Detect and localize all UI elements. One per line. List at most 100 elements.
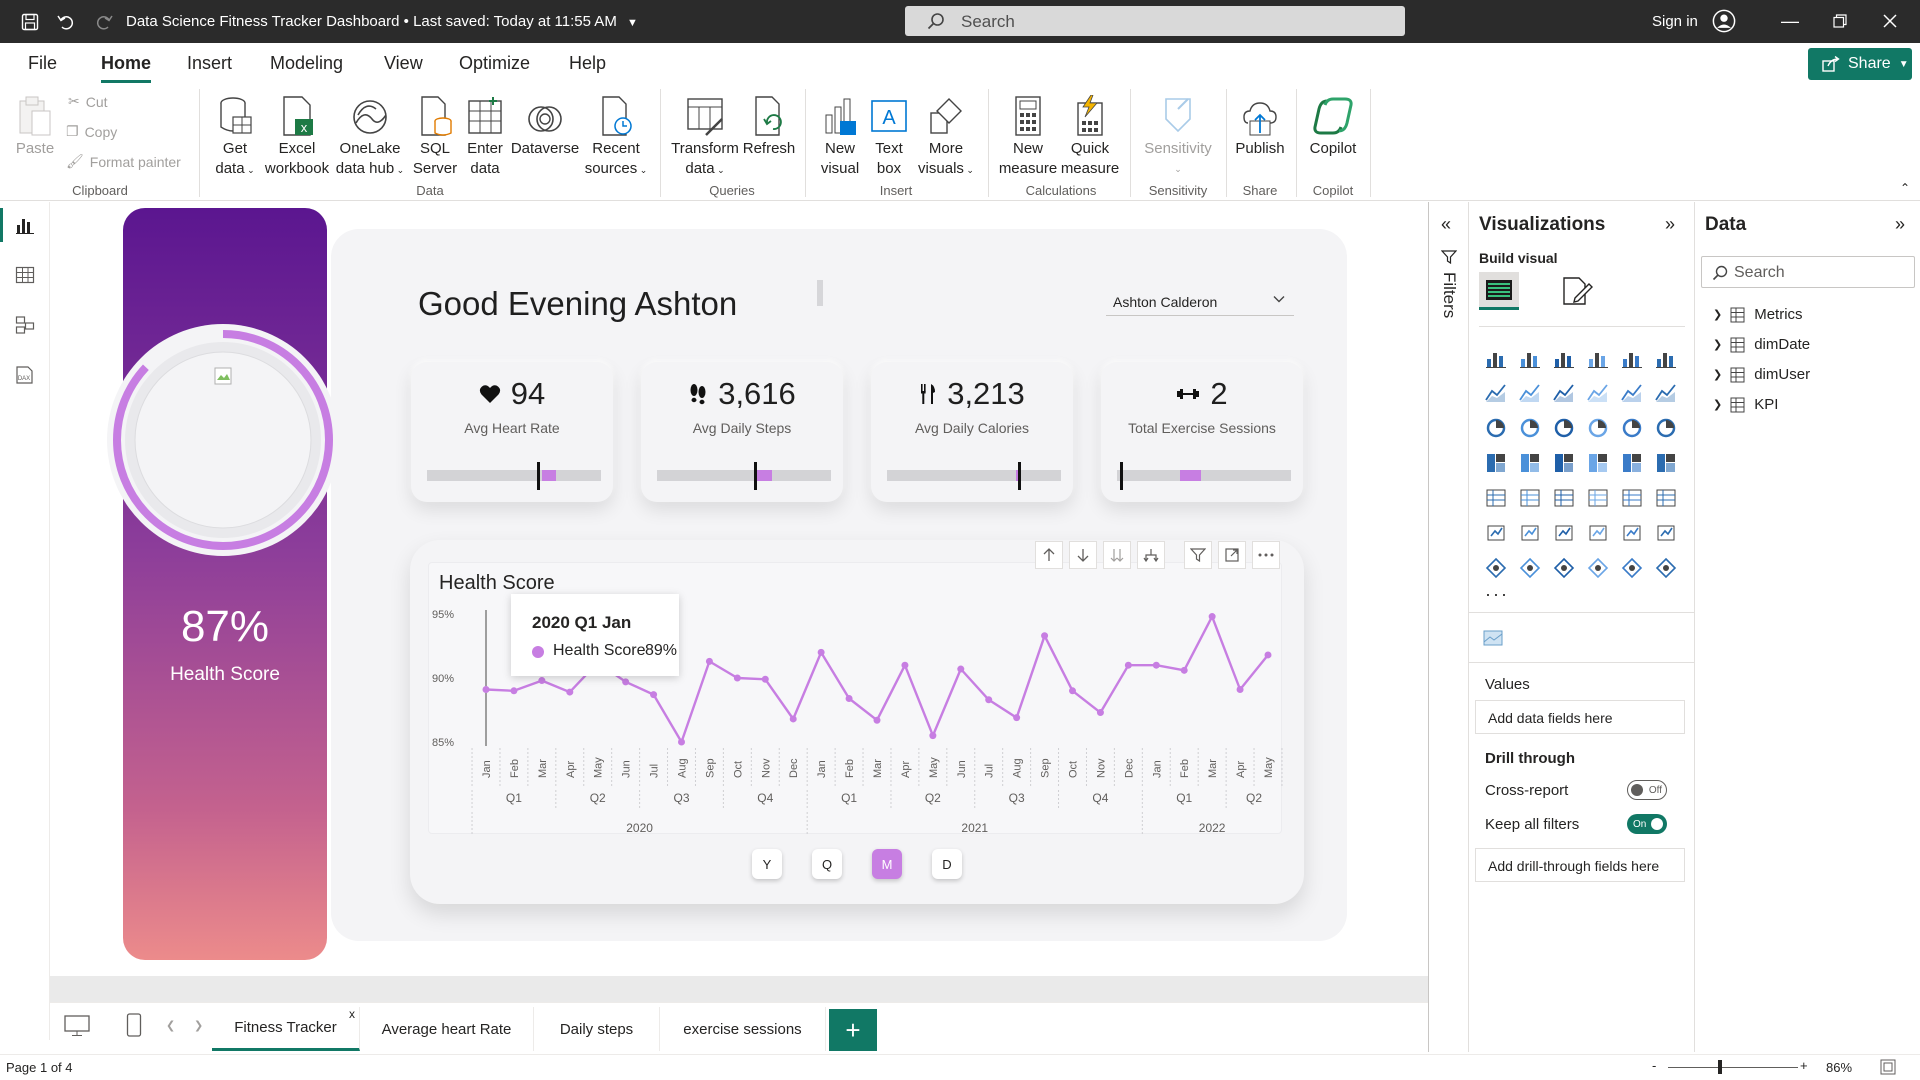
kpi-icon[interactable] (1513, 480, 1547, 515)
transform-data-button[interactable]: Transform data ⌄ (670, 91, 740, 180)
sign-in-link[interactable]: Sign in (1652, 13, 1698, 30)
clustered-column-chart-icon[interactable] (1581, 340, 1615, 375)
sql-server-button[interactable]: SQL Server (412, 91, 458, 179)
expand-pane-icon[interactable]: « (1441, 214, 1451, 235)
close-tab-icon[interactable]: x (349, 1007, 355, 1021)
cross-report-toggle[interactable]: Off (1627, 780, 1667, 800)
stacked-column-chart-icon[interactable] (1513, 340, 1547, 375)
ribbon-chart-icon[interactable] (1479, 410, 1513, 445)
key-influencers-icon[interactable] (1513, 515, 1547, 550)
funnel-chart-icon[interactable] (1547, 410, 1581, 445)
copilot-button[interactable]: Copilot (1304, 91, 1362, 159)
table-dimuser[interactable]: ❯ dimUser (1713, 366, 1810, 383)
line-chart-icon[interactable] (1479, 375, 1513, 410)
fit-to-page-icon[interactable] (1880, 1059, 1896, 1075)
tab-exercise-sessions[interactable]: exercise sessions (660, 1007, 826, 1051)
zoom-slider-thumb[interactable] (1718, 1060, 1722, 1074)
azure-map-icon[interactable] (1581, 445, 1615, 480)
undo-icon[interactable] (54, 10, 78, 34)
gauge-icon[interactable] (1615, 445, 1649, 480)
redo-icon[interactable] (92, 10, 116, 34)
100-stacked-column-chart-icon[interactable] (1649, 340, 1683, 375)
publish-button[interactable]: Publish (1234, 91, 1286, 159)
dax-query-view-icon[interactable]: DAX (12, 362, 38, 388)
scatter-chart-icon[interactable] (1581, 410, 1615, 445)
multi-row-card-icon[interactable] (1479, 480, 1513, 515)
window-title[interactable]: Data Science Fitness Tracker Dashboard •… (126, 13, 638, 30)
add-page-button[interactable]: + (829, 1009, 877, 1051)
slicer-icon[interactable] (1547, 480, 1581, 515)
copy-button[interactable]: ❐ Copy (66, 123, 117, 140)
menu-view[interactable]: View (384, 53, 423, 74)
collapse-pane-icon[interactable]: » (1665, 214, 1675, 235)
drill-up-icon[interactable] (1035, 541, 1063, 569)
report-view-icon[interactable] (12, 212, 38, 238)
map-icon[interactable] (1513, 445, 1547, 480)
dataverse-button[interactable]: Dataverse (510, 91, 580, 159)
recent-sources-button[interactable]: Recent sources ⌄ (584, 91, 648, 180)
100-stacked-bar-chart-icon[interactable] (1615, 340, 1649, 375)
save-icon[interactable] (18, 10, 42, 34)
expand-next-level-icon[interactable] (1103, 541, 1131, 569)
health-score-gauge[interactable] (103, 320, 343, 560)
zoom-out-icon[interactable]: - (1652, 1058, 1656, 1073)
more-visuals-button[interactable]: More visuals ⌄ (914, 91, 978, 180)
power-apps-icon[interactable] (1479, 550, 1513, 585)
drill-down-icon[interactable] (1069, 541, 1097, 569)
cut-button[interactable]: ✂ Cut (68, 93, 108, 110)
menu-home[interactable]: Home (101, 53, 152, 83)
table-metrics[interactable]: ❯ Metrics (1713, 306, 1803, 323)
onelake-data-hub-button[interactable]: OneLake data hub ⌄ (332, 91, 408, 180)
model-view-icon[interactable] (12, 312, 38, 338)
python-visual-icon[interactable] (1479, 515, 1513, 550)
drill-through-drop-zone[interactable]: Add drill-through fields here (1475, 848, 1685, 882)
metrics-icon[interactable] (1649, 515, 1683, 550)
share-button[interactable]: Share ▼ (1808, 48, 1912, 80)
stacked-area-chart-icon[interactable] (1547, 375, 1581, 410)
menu-insert[interactable]: Insert (187, 53, 232, 74)
line-stacked-column-chart-icon[interactable] (1615, 375, 1649, 410)
desktop-layout-icon[interactable] (64, 1015, 90, 1037)
mobile-layout-icon[interactable] (126, 1013, 142, 1037)
pie-chart-icon[interactable] (1615, 410, 1649, 445)
text-box-button[interactable]: A Text box (866, 91, 912, 179)
r-visual-icon[interactable] (1649, 480, 1683, 515)
new-visual-button[interactable]: New visual (814, 91, 866, 179)
more-visuals-ellipsis-icon[interactable]: ··· (1485, 584, 1509, 605)
excel-workbook-button[interactable]: x Excel workbook (262, 91, 332, 179)
more-options-icon[interactable] (1252, 541, 1280, 569)
kpi-card-daily-steps[interactable]: 3,616 Avg Daily Steps (641, 362, 843, 502)
menu-modeling[interactable]: Modeling (270, 53, 343, 74)
data-search-input[interactable]: Search (1701, 256, 1915, 288)
zoom-slider[interactable] (1668, 1067, 1798, 1068)
filter-icon[interactable] (1184, 541, 1212, 569)
menu-file[interactable]: File (28, 53, 57, 74)
tab-fitness-tracker[interactable]: Fitness Tracker x (212, 1007, 360, 1051)
100-stacked-area-chart-icon[interactable] (1581, 375, 1615, 410)
paste-button[interactable]: Paste (12, 91, 58, 159)
quick-measure-button[interactable]: Quick measure (1058, 91, 1122, 179)
minimize-icon[interactable]: — (1770, 6, 1810, 36)
arcgis-map-icon[interactable] (1581, 550, 1615, 585)
stacked-bar-chart-icon[interactable] (1479, 340, 1513, 375)
table-dimdate[interactable]: ❯ dimDate (1713, 336, 1810, 353)
get-data-button[interactable]: Get data ⌄ (210, 91, 260, 180)
card-icon[interactable] (1649, 445, 1683, 480)
qa-icon[interactable] (1581, 515, 1615, 550)
paginated-report-icon[interactable] (1615, 515, 1649, 550)
scroll-left-icon[interactable]: ❮ (166, 1019, 175, 1032)
focus-mode-icon[interactable] (1218, 541, 1246, 569)
account-icon[interactable] (1712, 9, 1736, 33)
refresh-button[interactable]: Refresh (742, 91, 796, 159)
table-view-icon[interactable] (12, 262, 38, 288)
search-input[interactable]: Search (905, 6, 1405, 36)
granularity-day-button[interactable]: D (932, 849, 962, 879)
line-clustered-column-chart-icon[interactable] (1649, 375, 1683, 410)
format-visual-tab-icon[interactable] (1561, 276, 1593, 306)
tab-average-heart-rate[interactable]: Average heart Rate (360, 1007, 534, 1051)
table-icon[interactable] (1581, 480, 1615, 515)
decomposition-tree-icon[interactable] (1547, 515, 1581, 550)
treemap-icon[interactable] (1479, 445, 1513, 480)
sensitivity-button[interactable]: Sensitivity ⌄ (1140, 91, 1216, 179)
table-kpi[interactable]: ❯ KPI (1713, 396, 1778, 413)
